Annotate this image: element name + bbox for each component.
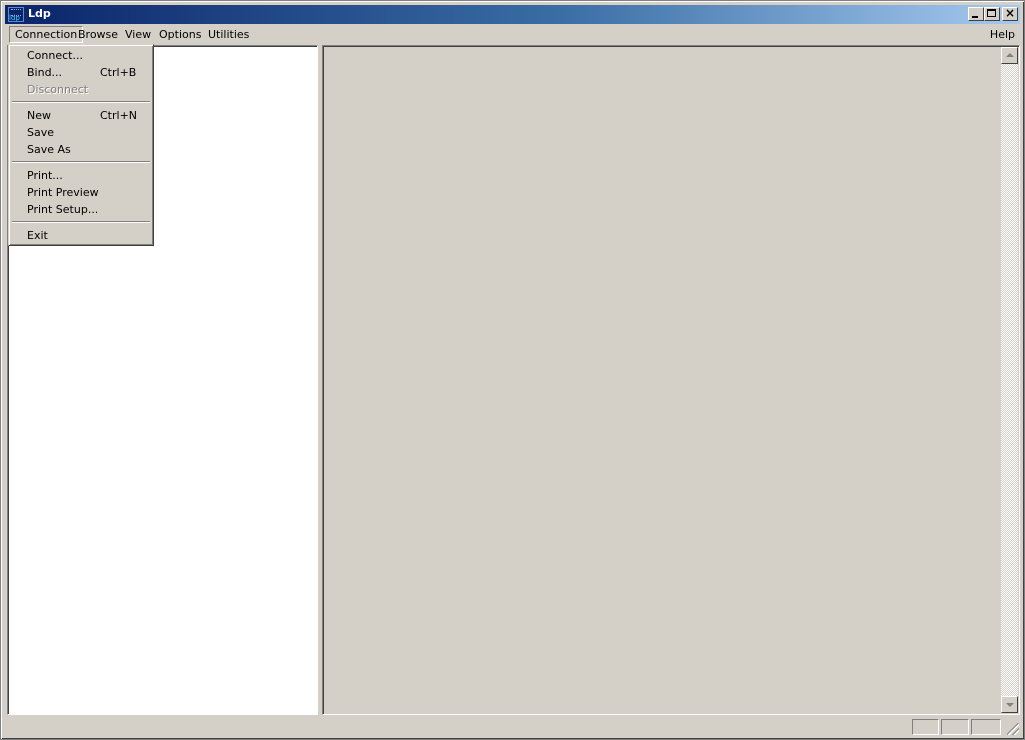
minimize-button[interactable] xyxy=(968,7,984,21)
maximize-icon xyxy=(987,9,996,17)
close-button[interactable]: × xyxy=(1002,6,1018,21)
vertical-scrollbar[interactable] xyxy=(1001,47,1018,713)
menu-item-label: Save As xyxy=(27,143,71,156)
resize-grip-icon[interactable] xyxy=(1007,723,1019,735)
window-controls: × xyxy=(968,6,1018,21)
menu-item-print[interactable]: Print... xyxy=(11,167,151,184)
menu-separator xyxy=(12,101,150,103)
menu-item-print-setup[interactable]: Print Setup... xyxy=(11,201,151,218)
menu-separator xyxy=(12,221,150,223)
menu-options[interactable]: Options xyxy=(154,26,206,43)
menu-item-disconnect: Disconnect xyxy=(11,81,151,98)
status-message-pane xyxy=(5,719,907,735)
menu-item-label: Save xyxy=(27,126,55,139)
status-pane-3 xyxy=(971,719,1001,735)
menu-bar: Connection Browse View Options Utilities… xyxy=(5,25,1020,44)
ldp-window: ldp Ldp × Connection Browse View Options… xyxy=(0,0,1025,740)
scroll-up-button[interactable] xyxy=(1001,47,1018,64)
connection-menu-dropdown: Connect... Bind... Ctrl+B Disconnect New… xyxy=(8,44,154,246)
minimize-icon xyxy=(972,16,978,18)
menu-item-label: Print Setup... xyxy=(27,203,99,216)
title-bar[interactable]: ldp Ldp × xyxy=(5,5,1020,24)
menu-view[interactable]: View xyxy=(120,26,156,43)
menu-utilities[interactable]: Utilities xyxy=(203,26,254,43)
menu-item-label: Disconnect xyxy=(27,83,89,96)
menu-item-new[interactable]: New Ctrl+N xyxy=(11,107,151,124)
menu-item-save-as[interactable]: Save As xyxy=(11,141,151,158)
ldp-app-icon[interactable]: ldp xyxy=(8,7,24,22)
menu-item-label: Print Preview xyxy=(27,186,99,199)
status-pane-1 xyxy=(912,719,939,735)
menu-item-label: Exit xyxy=(27,229,48,242)
menu-separator xyxy=(12,161,150,163)
menu-item-label: New xyxy=(27,109,51,122)
menu-item-label: Connect... xyxy=(27,49,83,62)
menu-item-shortcut: Ctrl+B xyxy=(100,66,137,79)
menu-help[interactable]: Help xyxy=(985,26,1020,43)
menu-item-save[interactable]: Save xyxy=(11,124,151,141)
status-pane-2 xyxy=(941,719,969,735)
menu-item-print-preview[interactable]: Print Preview xyxy=(11,184,151,201)
menu-item-connect[interactable]: Connect... xyxy=(11,47,151,64)
menu-item-label: Print... xyxy=(27,169,63,182)
scroll-down-button[interactable] xyxy=(1001,696,1018,713)
menu-browse[interactable]: Browse xyxy=(73,26,123,43)
menu-item-shortcut: Ctrl+N xyxy=(100,109,138,122)
arrow-down-icon xyxy=(1006,703,1014,707)
arrow-up-icon xyxy=(1006,53,1014,57)
menu-item-exit[interactable]: Exit xyxy=(11,227,151,244)
window-title: Ldp xyxy=(28,7,51,20)
menu-item-bind[interactable]: Bind... Ctrl+B xyxy=(11,64,151,81)
menu-item-label: Bind... xyxy=(27,66,63,79)
maximize-button[interactable] xyxy=(984,7,1000,21)
output-pane[interactable] xyxy=(322,45,1020,715)
close-icon: × xyxy=(1004,6,1016,20)
status-bar xyxy=(5,717,1020,736)
